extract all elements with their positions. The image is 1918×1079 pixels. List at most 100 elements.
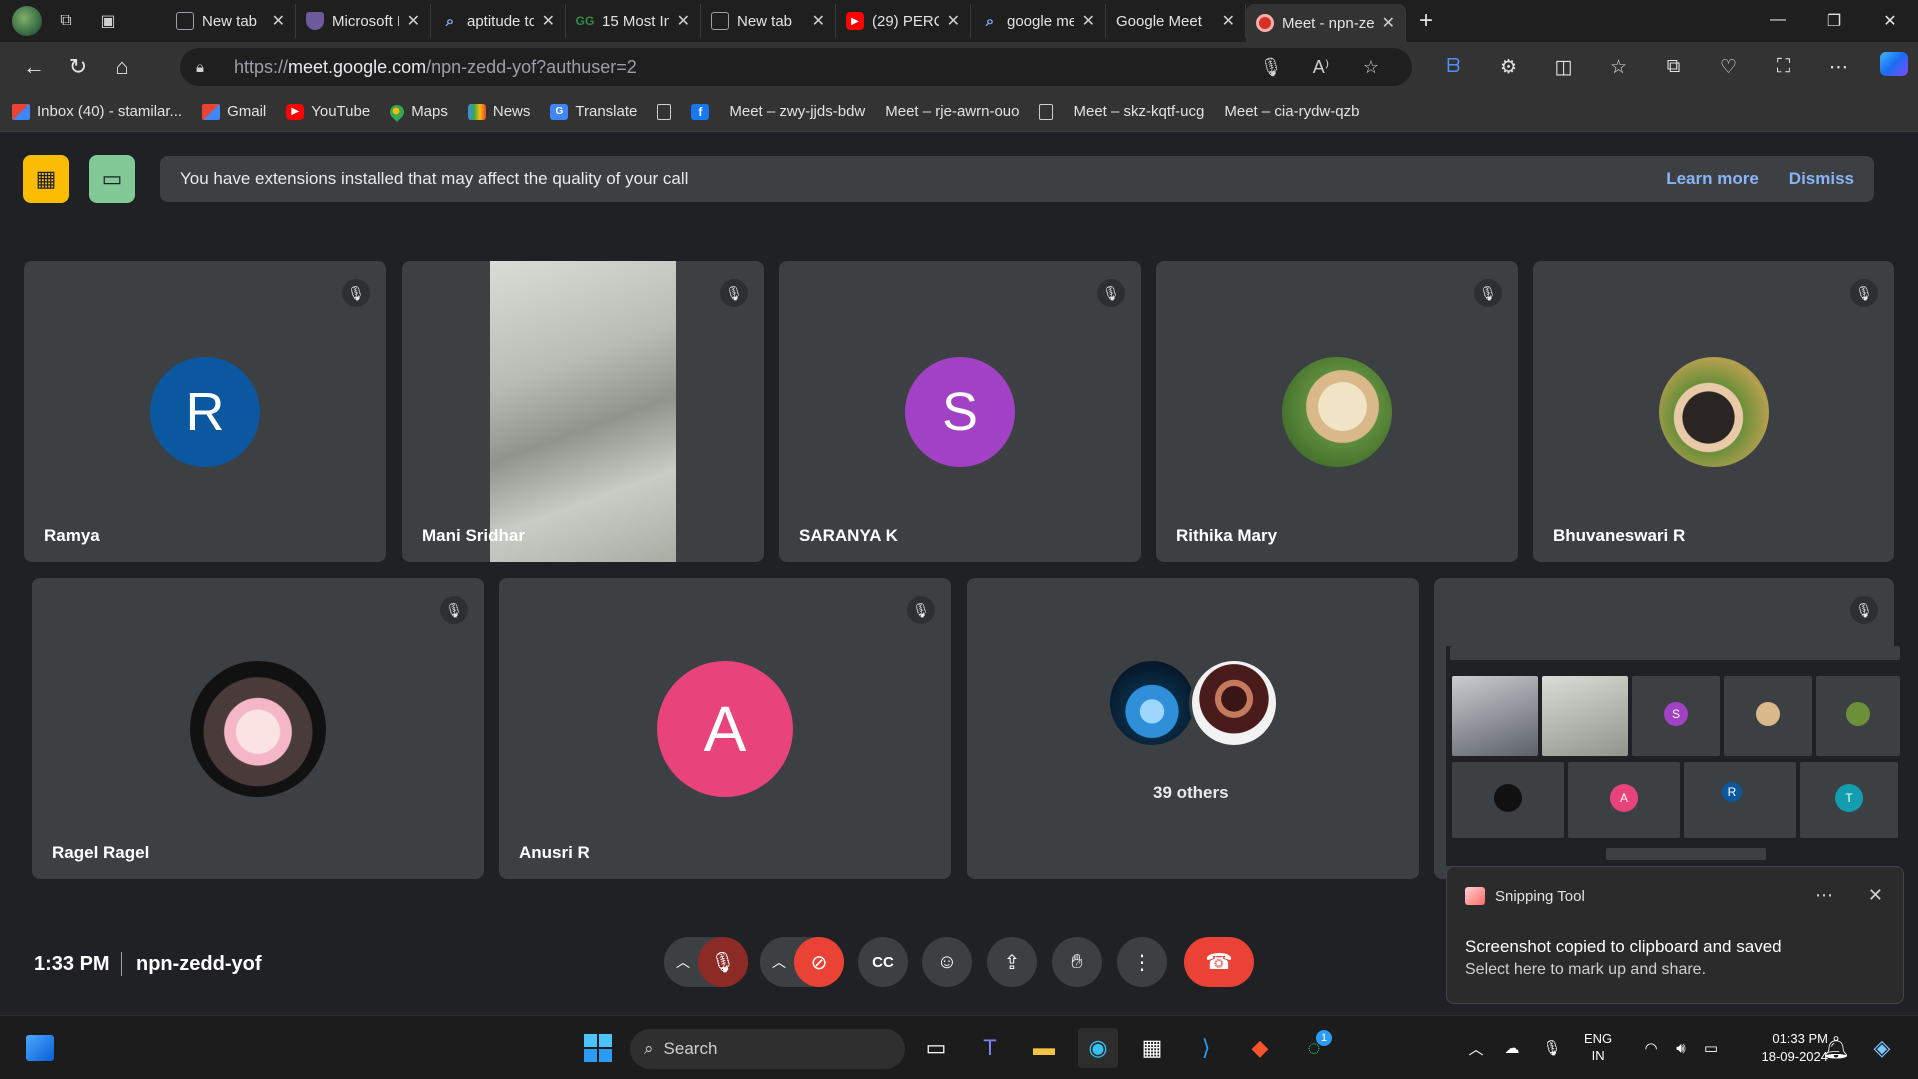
microphone-icon[interactable]: 🎙︎ bbox=[1246, 57, 1296, 78]
tab-percentage-youtube[interactable]: ▶ (29) PERCENTAGE ✕ bbox=[836, 4, 971, 38]
extensions-icon[interactable]: ⚙ bbox=[1481, 56, 1536, 79]
participant-tile-mani-sridhar[interactable]: 🎙︎ Mani Sridhar bbox=[402, 261, 764, 562]
start-icon[interactable] bbox=[578, 1028, 618, 1068]
restore-icon[interactable]: ❐ bbox=[1806, 11, 1862, 31]
participant-tile-saranya-k[interactable]: 🎙︎ S SARANYA K bbox=[779, 261, 1141, 562]
tab-google-meet-search[interactable]: ⌕ google meet ✕ bbox=[971, 4, 1106, 38]
bookmark-youtube[interactable]: ▶ YouTube bbox=[286, 103, 370, 120]
close-icon[interactable]: ✕ bbox=[1868, 885, 1883, 906]
whatsapp-icon[interactable]: ◌ 1 bbox=[1294, 1028, 1334, 1068]
back-icon[interactable]: ← bbox=[12, 54, 56, 80]
split-screen-icon[interactable]: ◫ bbox=[1536, 56, 1591, 79]
chevron-up-icon[interactable]: ︿ bbox=[772, 952, 786, 972]
tab-15-most-important[interactable]: GG 15 Most Important ✕ bbox=[566, 4, 701, 38]
bookmark-maps[interactable]: Maps bbox=[387, 101, 448, 122]
bookmark-inbox[interactable]: Inbox (40) - stamilar... bbox=[12, 103, 182, 120]
store-icon[interactable]: ▦ bbox=[1132, 1028, 1172, 1068]
task-view-icon[interactable]: ▭ bbox=[916, 1028, 956, 1068]
copilot-icon[interactable]: ◈ bbox=[1862, 1028, 1902, 1068]
snipping-tool-notification[interactable]: Snipping Tool ⋯ ✕ Screenshot copied to c… bbox=[1446, 866, 1904, 1004]
teams-icon[interactable]: T bbox=[970, 1028, 1010, 1068]
microphone-toggle-button[interactable]: 🎙︎ bbox=[698, 937, 748, 987]
notifications-bell-icon[interactable]: 🔔︎ bbox=[1816, 1028, 1856, 1068]
bookmark-facebook[interactable]: f bbox=[691, 103, 710, 120]
others-tile[interactable]: 39 others bbox=[967, 578, 1419, 879]
close-icon[interactable]: ✕ bbox=[1382, 13, 1395, 33]
screenshot-icon[interactable]: ⛶ bbox=[1756, 56, 1811, 78]
bookmark-meet-zwy[interactable]: Meet – zwy-jjds-bdw bbox=[0, 103, 865, 241]
window-close-icon[interactable]: ✕ bbox=[1862, 11, 1918, 31]
vscode-icon[interactable]: ⟩ bbox=[1186, 1028, 1226, 1068]
close-icon[interactable]: ✕ bbox=[812, 11, 825, 31]
taskbar-search[interactable]: ⌕ Search bbox=[630, 1029, 905, 1069]
close-icon[interactable]: ✕ bbox=[407, 11, 420, 31]
read-aloud-icon[interactable]: A⁾ bbox=[1296, 57, 1346, 78]
onedrive-icon[interactable]: ☁ bbox=[1492, 1039, 1532, 1057]
more-options-button[interactable]: ⋮ bbox=[1117, 937, 1167, 987]
screenshot-preview[interactable]: S A R T bbox=[1446, 646, 1904, 866]
bookmark-news[interactable]: News bbox=[467, 103, 530, 120]
close-icon[interactable]: ✕ bbox=[272, 11, 285, 31]
more-menu-icon[interactable]: ⋯ bbox=[1811, 56, 1866, 79]
favorites-icon[interactable]: ☆ bbox=[1591, 56, 1646, 79]
tab-meet-active[interactable]: Meet - npn-zedd-yof ✕ bbox=[1246, 4, 1406, 42]
leave-call-button[interactable]: ☎ bbox=[1184, 937, 1254, 987]
dismiss-button[interactable]: Dismiss bbox=[1789, 169, 1854, 189]
lock-icon[interactable]: 🔒︎ bbox=[196, 59, 216, 76]
microphone-icon[interactable]: 🎙︎ bbox=[1532, 1039, 1572, 1057]
quick-settings[interactable]: ◠ 🔊︎ ▭ bbox=[1636, 1016, 1726, 1079]
edge-icon[interactable]: ◉ bbox=[1078, 1028, 1118, 1068]
learn-more-link[interactable]: Learn more bbox=[1666, 169, 1759, 189]
bookmark-document-2[interactable] bbox=[1039, 103, 1054, 120]
participant-tile-bhuvaneswari-r[interactable]: 🎙︎ Bhuvaneswari R bbox=[1533, 261, 1894, 562]
clock[interactable]: 01:33 PM 18-09-2024 bbox=[1732, 1030, 1829, 1066]
bookmark-document-1[interactable] bbox=[657, 103, 672, 120]
close-icon[interactable]: ✕ bbox=[1222, 11, 1235, 31]
widgets-icon[interactable] bbox=[20, 1028, 60, 1068]
workspaces-icon[interactable]: ⧉ bbox=[48, 6, 84, 36]
collections-icon[interactable]: ⧉ bbox=[1646, 56, 1701, 78]
participant-tile-anusri-r[interactable]: 🎙︎ A Anusri R bbox=[499, 578, 951, 879]
chevron-up-icon[interactable]: ︿ bbox=[1460, 1038, 1492, 1059]
tab-aptitude-topics[interactable]: ⌕ aptitude topics ✕ bbox=[431, 4, 566, 38]
new-tab-button[interactable]: + bbox=[1406, 7, 1446, 35]
reactions-button[interactable]: ☺ bbox=[922, 937, 972, 987]
more-horizontal-icon[interactable]: ⋯ bbox=[1815, 885, 1833, 906]
tab-actions-icon[interactable]: ▣ bbox=[90, 6, 126, 36]
tab-new-tab-2[interactable]: New tab ✕ bbox=[701, 4, 836, 38]
extension-warning-icon[interactable]: ▦ bbox=[23, 155, 69, 203]
bookmark-meet-skz[interactable]: Meet – skz-kqtf-ucg bbox=[0, 103, 1204, 241]
minimize-icon[interactable]: — bbox=[1750, 11, 1806, 31]
raise-hand-button[interactable]: ✋︎ bbox=[1052, 937, 1102, 987]
chevron-up-icon[interactable]: ︿ bbox=[676, 952, 690, 972]
participant-tile-ragel-ragel[interactable]: 🎙︎ Ragel Ragel bbox=[32, 578, 484, 879]
bookmark-translate[interactable]: G Translate bbox=[550, 103, 637, 120]
bookmark-meet-cia[interactable]: Meet – cia-rydw-qzb bbox=[0, 103, 1359, 241]
close-icon[interactable]: ✕ bbox=[677, 11, 690, 31]
bookmark-gmail[interactable]: Gmail bbox=[202, 103, 266, 120]
file-explorer-icon[interactable]: ▬ bbox=[1024, 1028, 1064, 1068]
bing-icon[interactable]: ᗷ bbox=[1426, 56, 1481, 78]
participant-tile-ramya[interactable]: 🎙︎ R Ramya bbox=[24, 261, 386, 562]
participant-tile-rithika-mary[interactable]: 🎙︎ Rithika Mary bbox=[1156, 261, 1518, 562]
device-icon[interactable]: ▭ bbox=[89, 155, 135, 203]
captions-button[interactable]: CC bbox=[858, 937, 908, 987]
present-button[interactable]: ⇪ bbox=[987, 937, 1037, 987]
favorite-star-icon[interactable]: ☆ bbox=[1346, 57, 1396, 78]
home-icon[interactable]: ⌂ bbox=[100, 54, 144, 80]
close-icon[interactable]: ✕ bbox=[1082, 11, 1095, 31]
refresh-icon[interactable]: ↻ bbox=[56, 54, 100, 80]
address-bar[interactable]: 🔒︎ https://meet.google.com/npn-zedd-yof?… bbox=[180, 48, 1412, 86]
tab-new-tab-1[interactable]: New tab ✕ bbox=[166, 4, 296, 38]
bookmark-meet-rje[interactable]: Meet – rje-awrn-ouo bbox=[0, 103, 1019, 241]
url-text[interactable]: https://meet.google.com/npn-zedd-yof?aut… bbox=[234, 57, 1246, 78]
copilot-icon[interactable] bbox=[1866, 52, 1918, 82]
close-icon[interactable]: ✕ bbox=[542, 11, 555, 31]
tab-google-meet[interactable]: Google Meet ✕ bbox=[1106, 4, 1246, 38]
close-icon[interactable]: ✕ bbox=[947, 11, 960, 31]
browser-essentials-icon[interactable]: ♡ bbox=[1701, 56, 1756, 79]
tab-microsoft-rewards[interactable]: Microsoft Rewards ✕ bbox=[296, 4, 431, 38]
camera-toggle-button[interactable]: ⊘ bbox=[794, 937, 844, 987]
profile-avatar[interactable] bbox=[12, 6, 42, 36]
language-indicator[interactable]: ENG IN bbox=[1584, 1030, 1612, 1064]
